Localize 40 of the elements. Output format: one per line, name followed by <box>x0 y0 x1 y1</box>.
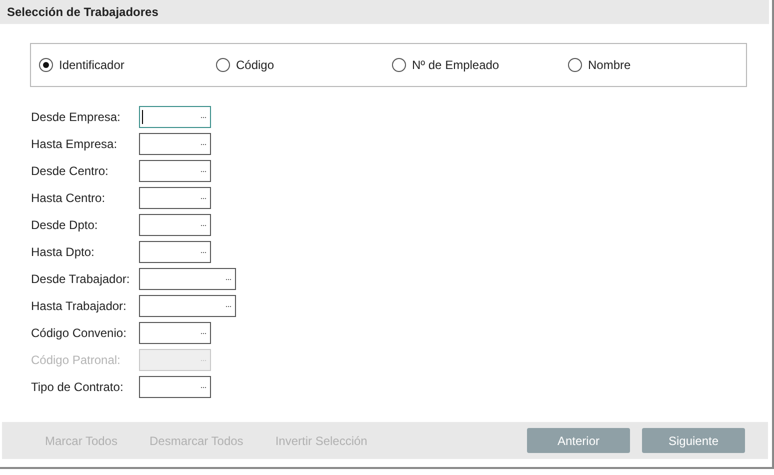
field-label: Tipo de Contrato: <box>31 380 124 394</box>
input-field[interactable]: ··· <box>139 214 211 236</box>
radio-button[interactable] <box>39 58 53 72</box>
field-label: Hasta Dpto: <box>31 245 96 259</box>
field-label: Código Convenio: <box>31 326 128 340</box>
radio-option[interactable]: Identificador <box>39 58 216 72</box>
field-label: Hasta Centro: <box>31 191 106 205</box>
radio-option[interactable]: Nombre <box>568 58 744 72</box>
radio-button[interactable] <box>392 58 406 72</box>
input-field[interactable]: ··· <box>139 376 211 398</box>
browse-button[interactable]: ··· <box>200 220 206 230</box>
browse-button[interactable]: ··· <box>225 301 231 311</box>
field-label: Desde Empresa: <box>31 110 122 124</box>
browse-button[interactable]: ··· <box>225 274 231 284</box>
radio-option[interactable]: Código <box>216 58 392 72</box>
field-label: Desde Trabajador: <box>31 272 131 286</box>
radio-option[interactable]: Nº de Empleado <box>392 58 568 72</box>
browse-button[interactable]: ··· <box>200 193 206 203</box>
field-label: Código Patronal: <box>31 353 122 367</box>
input-field[interactable]: ··· <box>139 106 211 128</box>
input-field[interactable]: ··· <box>139 241 211 263</box>
browse-button[interactable]: ··· <box>200 247 206 257</box>
input-field[interactable]: ··· <box>139 268 236 290</box>
input-field[interactable]: ··· <box>139 160 211 182</box>
input-field[interactable]: ··· <box>139 322 211 344</box>
input-field[interactable]: ··· <box>139 133 211 155</box>
browse-button[interactable]: ··· <box>200 139 206 149</box>
radio-button[interactable] <box>568 58 582 72</box>
field-label: Desde Dpto: <box>31 218 99 232</box>
field-label: Hasta Trabajador: <box>31 299 128 313</box>
field-label: Hasta Empresa: <box>31 137 118 151</box>
input-field[interactable]: ··· <box>139 295 236 317</box>
field-label: Desde Centro: <box>31 164 110 178</box>
browse-button[interactable]: ··· <box>200 112 206 122</box>
window-title: Selección de Trabajadores <box>0 0 769 24</box>
radio-button[interactable] <box>216 58 230 72</box>
browse-button[interactable]: ··· <box>200 166 206 176</box>
browse-button[interactable]: ··· <box>200 328 206 338</box>
input-field[interactable]: ··· <box>139 187 211 209</box>
browse-button[interactable]: ··· <box>200 382 206 392</box>
